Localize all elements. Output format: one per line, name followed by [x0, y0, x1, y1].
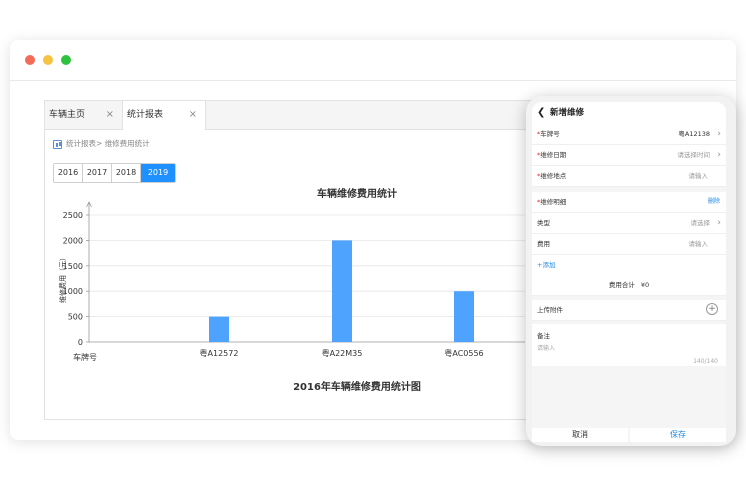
save-button[interactable]: 保存 [630, 428, 726, 442]
close-window-button[interactable] [25, 55, 35, 65]
place-row[interactable]: *维修地点 请输入 [532, 166, 726, 187]
y-tick-label: 500 [68, 313, 83, 322]
place-label: 维修地点 [540, 172, 567, 180]
date-placeholder: 请选择时间 [677, 151, 711, 159]
plate-label: 车牌号 [540, 130, 560, 138]
delete-link[interactable]: 删除 [708, 192, 720, 212]
chevron-right-icon: › [717, 218, 721, 228]
minimize-window-button[interactable] [43, 55, 53, 65]
bar-chart: 车辆维修费用统计05001000150020002500维修费用（元）车牌号 粤A… [58, 187, 525, 393]
y-tick-label: 2000 [63, 236, 83, 245]
date-label: 维修日期 [540, 151, 567, 159]
bar [332, 240, 352, 342]
type-row[interactable]: 类型 请选择 › [532, 213, 726, 234]
report-panel: 车辆主页 × 统计报表 × 统计报表> 维修费用统计 2016 2017 201… [44, 100, 582, 420]
x-tick-label: 粤A12572 [200, 348, 239, 358]
mobile-preview: ❮ 新增维修 *车牌号 粤A12138 › *维修日期 请选择时间 › *维修地… [526, 96, 736, 446]
total-value: ¥0 [640, 281, 650, 289]
memo-char-count: 140/140 [693, 358, 718, 365]
plus-circle-icon[interactable]: + [706, 303, 718, 315]
attachment-label: 上传附件 [537, 306, 563, 314]
add-item-link[interactable]: +添加 [537, 255, 555, 275]
y-tick-label: 0 [78, 338, 83, 347]
cancel-button[interactable]: 取消 [532, 428, 628, 442]
type-label: 类型 [537, 219, 550, 227]
maximize-window-button[interactable] [61, 55, 71, 65]
cost-input[interactable]: 请输入 [689, 234, 709, 254]
date-row[interactable]: *维修日期 请选择时间 › [532, 145, 726, 166]
y-axis-label: 维修费用（元） [58, 254, 67, 303]
detail-label: 维修明细 [540, 198, 567, 206]
memo-label: 备注 [537, 332, 550, 340]
chevron-right-icon: › [717, 150, 721, 160]
place-input[interactable]: 请输入 [689, 166, 709, 186]
detail-header-row: *维修明细 删除 [532, 192, 726, 213]
mobile-screen: ❮ 新增维修 *车牌号 粤A12138 › *维修日期 请选择时间 › *维修地… [532, 102, 726, 442]
cost-row[interactable]: 费用 请输入 [532, 234, 726, 255]
memo-input[interactable]: 请输入 [537, 343, 555, 352]
cost-label: 费用 [537, 240, 550, 248]
x-tick-label: 粤A22M35 [322, 348, 363, 358]
plate-row[interactable]: *车牌号 粤A12138 › [532, 124, 726, 145]
x-tick-label: 粤AC0556 [444, 348, 483, 358]
chevron-right-icon: › [717, 129, 721, 139]
x-axis-label: 车牌号 [73, 352, 97, 362]
plate-value: 粤A12138 [678, 130, 710, 138]
attachment-row: 上传附件 + [532, 300, 726, 321]
chart-subtitle: 2016年车辆维修费用统计图 [293, 380, 421, 393]
add-row: +添加 [532, 255, 726, 276]
bar [454, 291, 474, 342]
back-arrow-icon[interactable]: ❮ [537, 102, 545, 124]
memo-field[interactable]: 备注 请输入 140/140 [532, 324, 726, 366]
mobile-header: ❮ 新增维修 [532, 102, 726, 125]
mobile-title: 新增维修 [550, 108, 585, 118]
total-row: 费用合计 ¥0 [532, 275, 726, 296]
y-tick-label: 2500 [63, 211, 83, 220]
title-bar [10, 40, 736, 81]
total-label: 费用合计 [608, 281, 635, 289]
mobile-footer: 取消 保存 [532, 428, 726, 442]
chart-title: 车辆维修费用统计 [317, 187, 397, 200]
bar [209, 316, 229, 342]
type-placeholder: 请选择 [690, 219, 711, 227]
